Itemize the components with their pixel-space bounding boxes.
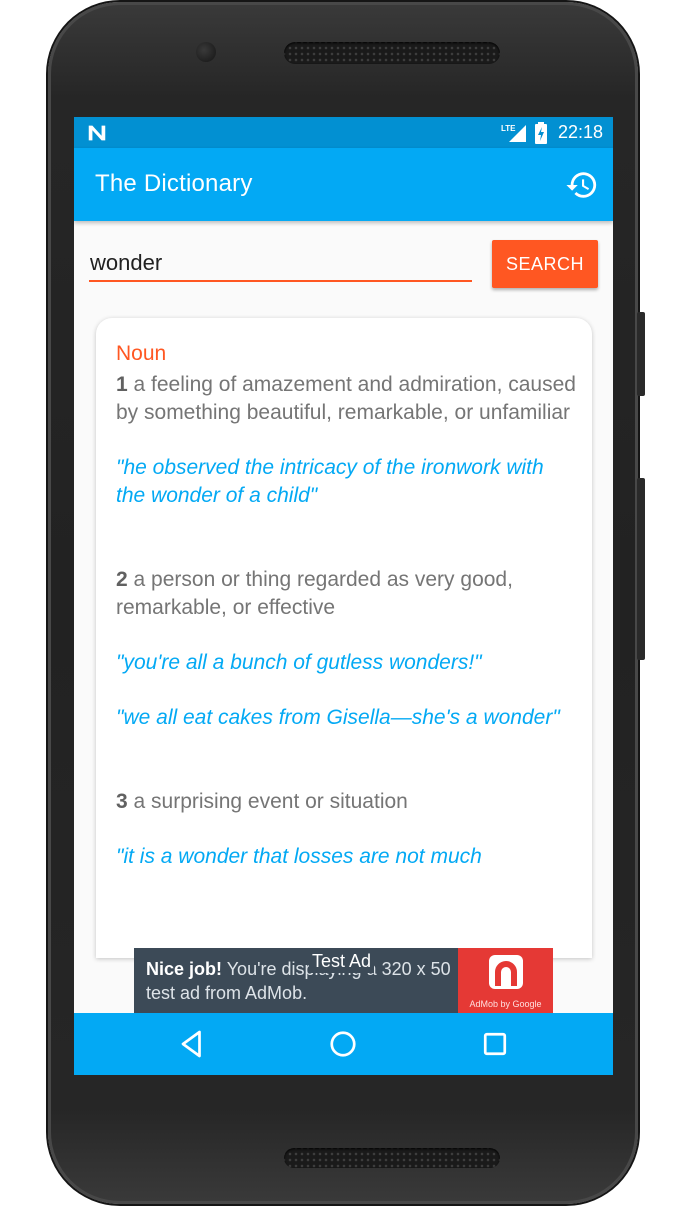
- network-label: LTE: [501, 124, 516, 133]
- sense-definition: 3 a surprising event or situation: [116, 788, 578, 816]
- sense-example: "he observed the intricacy of the ironwo…: [116, 456, 544, 507]
- sense-example: "you're all a bunch of gutless wonders!": [116, 651, 482, 674]
- navigation-bar: [74, 1013, 613, 1075]
- battery-charging-icon: [534, 121, 547, 144]
- status-bar: LTE 22:18: [74, 117, 613, 148]
- admob-brand-label: AdMob by Google: [469, 999, 542, 1009]
- front-camera: [196, 42, 216, 62]
- definition-list: Noun 1 a feeling of amazement and admira…: [116, 340, 578, 927]
- app-bar: The Dictionary: [74, 148, 613, 221]
- bottom-speaker-grille: [284, 1148, 500, 1168]
- sense-example: "it is a wonder that losses are not much: [116, 845, 482, 868]
- notification-n-icon: [88, 125, 106, 141]
- part-of-speech: Noun: [116, 342, 167, 365]
- signal-icon: LTE: [501, 124, 526, 142]
- sense-item: 3 a surprising event or situation "it is…: [116, 788, 578, 871]
- sense-item: 2 a person or thing regarded as very goo…: [116, 566, 578, 732]
- back-icon[interactable]: [174, 1026, 210, 1062]
- sense-definition-text: a feeling of amazement and admiration, c…: [116, 373, 576, 424]
- ad-text: Nice job! You're displaying a 320 x 50 t…: [146, 957, 456, 1005]
- admob-logo: AdMob by Google: [458, 948, 553, 1013]
- definition-card: Noun 1 a feeling of amazement and admira…: [96, 318, 592, 958]
- ad-headline: Nice job!: [146, 959, 223, 979]
- sense-number: 3: [116, 790, 128, 813]
- sense-definition: 2 a person or thing regarded as very goo…: [116, 566, 578, 622]
- recents-icon[interactable]: [477, 1026, 513, 1062]
- sense-example: "we all eat cakes from Gisella—she's a w…: [116, 706, 560, 729]
- search-button[interactable]: SEARCH: [492, 240, 598, 288]
- power-button: [637, 312, 645, 396]
- screen: LTE 22:18 The Dictionary SEARCH Noun 1 a…: [74, 117, 613, 1075]
- app-title: The Dictionary: [95, 170, 253, 197]
- sense-definition-text: a person or thing regarded as very good,…: [116, 568, 513, 619]
- top-speaker-grille: [284, 42, 500, 64]
- status-clock: 22:18: [557, 122, 603, 142]
- sense-definition: 1 a feeling of amazement and admiration,…: [116, 371, 578, 427]
- sense-number: 2: [116, 568, 128, 591]
- sense-number: 1: [116, 373, 128, 396]
- test-ad-label: Test Ad: [309, 949, 375, 973]
- history-icon[interactable]: [565, 168, 599, 202]
- search-input[interactable]: [89, 246, 472, 282]
- home-icon[interactable]: [325, 1026, 361, 1062]
- sense-item: 1 a feeling of amazement and admiration,…: [116, 371, 578, 510]
- volume-button: [637, 478, 645, 660]
- sense-definition-text: a surprising event or situation: [133, 790, 408, 813]
